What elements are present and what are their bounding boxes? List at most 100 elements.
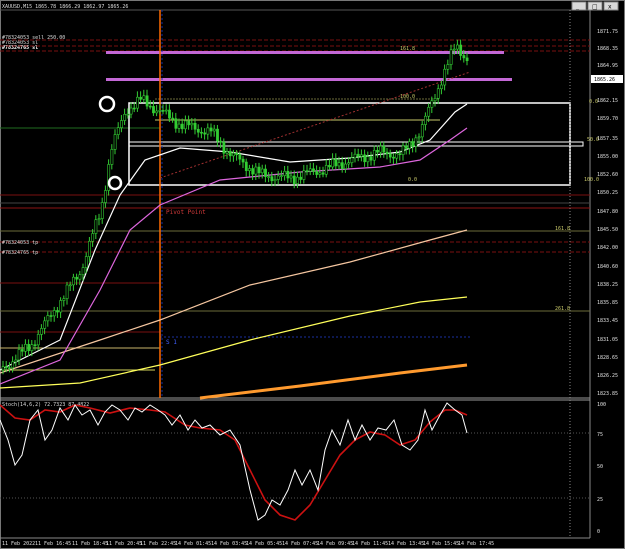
candle-body bbox=[56, 310, 59, 313]
candle-body bbox=[33, 344, 37, 347]
price-tick: 1855.00 bbox=[597, 154, 618, 160]
candle-body bbox=[27, 343, 31, 351]
candle-body bbox=[4, 366, 8, 369]
candle-body bbox=[308, 168, 312, 172]
restore-icon: □ bbox=[592, 4, 598, 11]
candle-body bbox=[161, 110, 165, 112]
candle-body bbox=[216, 128, 219, 142]
candle-body bbox=[369, 156, 373, 161]
candle-body bbox=[62, 298, 66, 301]
price-tick: 1862.15 bbox=[597, 98, 618, 104]
candle-body bbox=[430, 100, 434, 108]
candle-body bbox=[305, 170, 309, 173]
candle-body bbox=[344, 163, 347, 169]
moving-averages bbox=[0, 71, 471, 400]
candle-body bbox=[100, 202, 104, 219]
candle-body bbox=[315, 171, 319, 175]
candle-body bbox=[78, 274, 82, 280]
candle-body bbox=[302, 170, 306, 180]
price-tick: 1857.35 bbox=[597, 136, 618, 142]
price-chart[interactable]: XAUUSD,M15 1865.78 1866.29 1862.97 1865.… bbox=[0, 0, 625, 549]
candle-body bbox=[203, 132, 207, 135]
candle-body bbox=[334, 158, 338, 167]
candle-body bbox=[244, 161, 248, 171]
minimize-button[interactable] bbox=[571, 1, 587, 11]
candle-body bbox=[46, 315, 50, 322]
candle-body bbox=[225, 151, 229, 154]
price-tick: 1868.35 bbox=[597, 46, 618, 52]
candle-body bbox=[1, 366, 5, 371]
price-axis: 1871.75 1868.35 1864.95 1862.15 1859.70 … bbox=[597, 29, 618, 397]
price-tick: 1838.25 bbox=[597, 282, 618, 288]
magenta-level-upper[interactable] bbox=[106, 51, 504, 54]
candle-body bbox=[273, 179, 277, 182]
candle-body bbox=[449, 49, 453, 65]
candle-body bbox=[347, 162, 351, 165]
candle-body bbox=[462, 55, 466, 59]
supply-demand-zone[interactable] bbox=[128, 102, 571, 186]
time-tick: 11 Feb 2022 bbox=[2, 541, 35, 547]
fib-label-261: 261.8 bbox=[555, 306, 570, 312]
price-tick: 1847.80 bbox=[597, 209, 618, 215]
candle-body bbox=[465, 57, 469, 62]
candle-body bbox=[120, 120, 123, 128]
stoch-signal-line bbox=[0, 404, 468, 521]
candle-body bbox=[212, 128, 216, 132]
stoch-main-line bbox=[0, 402, 468, 521]
stoch-levels bbox=[0, 432, 590, 499]
candle-body bbox=[340, 162, 344, 169]
candle-body bbox=[40, 328, 43, 335]
candle-body bbox=[142, 95, 146, 100]
candle-body bbox=[414, 137, 418, 147]
candle-body bbox=[238, 154, 242, 160]
candle-body bbox=[174, 118, 178, 129]
time-tick: 14 Feb 11:45 bbox=[352, 541, 388, 547]
circle-marker-top[interactable] bbox=[98, 95, 116, 113]
candle-body bbox=[200, 131, 203, 134]
candle-body bbox=[20, 349, 24, 352]
candle-body bbox=[417, 136, 421, 139]
candle-body bbox=[59, 300, 63, 313]
candle-body bbox=[337, 162, 341, 167]
candle-body bbox=[49, 315, 53, 317]
price-tick: 1864.95 bbox=[597, 63, 618, 69]
price-tick: 1852.60 bbox=[597, 172, 618, 178]
candle-body bbox=[257, 166, 261, 174]
tp-label-2: #78324765 tp bbox=[2, 250, 38, 256]
candle-body bbox=[164, 109, 168, 112]
time-tick: 14 Feb 09:45 bbox=[317, 541, 353, 547]
candle-body bbox=[299, 176, 303, 180]
time-tick: 14 Feb 17:45 bbox=[458, 541, 494, 547]
symbol-title: XAUUSD,M15 1865.78 1866.29 1862.97 1865.… bbox=[2, 4, 128, 10]
candle-body bbox=[276, 175, 280, 180]
price-tick: 1831.05 bbox=[597, 337, 618, 343]
candle-body bbox=[171, 117, 175, 120]
candle-body bbox=[14, 359, 18, 363]
chart-window[interactable]: XAUUSD,M15 1865.78 1866.29 1862.97 1865.… bbox=[0, 0, 625, 549]
candle-body bbox=[267, 176, 271, 178]
close-icon: x bbox=[608, 4, 612, 11]
midline-zone[interactable] bbox=[128, 141, 584, 147]
candle-body bbox=[286, 170, 290, 179]
candle-body bbox=[321, 172, 325, 175]
candle-body bbox=[81, 267, 85, 276]
candle-body bbox=[289, 175, 293, 179]
pivot-label: Pivot Point bbox=[166, 209, 206, 216]
candle-body bbox=[132, 107, 136, 110]
circle-marker-bottom[interactable] bbox=[107, 175, 123, 191]
candle-body bbox=[353, 153, 357, 159]
price-tick: 1833.45 bbox=[597, 318, 618, 324]
price-tick: 1840.60 bbox=[597, 264, 618, 270]
candle-body bbox=[11, 361, 15, 369]
candle-body bbox=[116, 127, 120, 135]
candle-body bbox=[324, 165, 328, 175]
s1-label: S 1 bbox=[166, 339, 177, 346]
window-border bbox=[0, 0, 625, 549]
magenta-level-lower[interactable] bbox=[106, 78, 512, 81]
time-tick: 14 Feb 13:45 bbox=[388, 541, 424, 547]
time-tick: 14 Feb 03:45 bbox=[211, 541, 247, 547]
candle-body bbox=[110, 149, 114, 165]
candle-body bbox=[206, 127, 210, 135]
price-tick: 1842.00 bbox=[597, 245, 618, 251]
candle-body bbox=[433, 98, 437, 102]
